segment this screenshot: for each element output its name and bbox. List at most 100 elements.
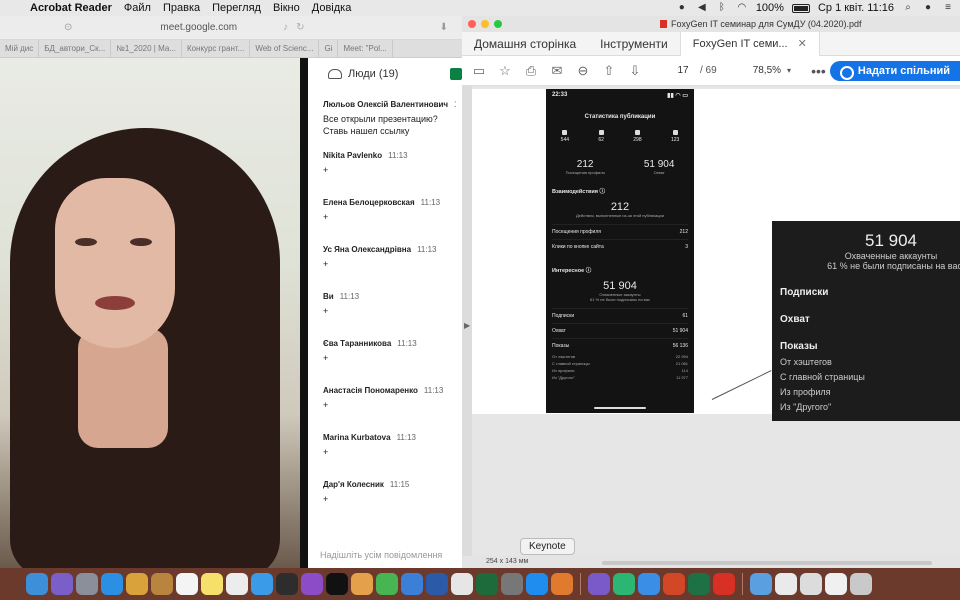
chat-tab-icon[interactable] bbox=[450, 68, 462, 80]
books-icon[interactable] bbox=[551, 573, 573, 595]
people-icon[interactable] bbox=[328, 69, 342, 79]
volume-icon[interactable]: ◀ bbox=[696, 3, 708, 13]
menu-file[interactable]: Файл bbox=[124, 2, 151, 14]
menu-edit[interactable]: Правка bbox=[163, 2, 200, 14]
stat-value: 3 bbox=[685, 244, 688, 250]
contacts-icon[interactable] bbox=[151, 573, 173, 595]
browser-tab[interactable]: Конкурс грант... bbox=[182, 39, 251, 58]
finder-icon[interactable] bbox=[26, 573, 48, 595]
participant-eye bbox=[130, 238, 152, 246]
chat-input[interactable]: Надішліть усім повідомлення bbox=[320, 550, 442, 560]
chat-message: Ус Яна Олександрівна 11:13 + bbox=[308, 245, 462, 270]
url-text[interactable]: meet.google.com bbox=[160, 22, 237, 33]
calendar-icon[interactable] bbox=[176, 573, 198, 595]
zoom-dropdown-icon[interactable]: ▾ bbox=[787, 66, 791, 75]
system-preferences-icon[interactable] bbox=[501, 573, 523, 595]
download-icon[interactable]: ⬇ bbox=[440, 22, 448, 33]
reach-value: 51 904 bbox=[643, 159, 675, 170]
site-info-icon[interactable]: ⊙ bbox=[64, 22, 72, 33]
close-tab-icon[interactable]: ✕ bbox=[798, 38, 807, 50]
skype-icon[interactable] bbox=[638, 573, 660, 595]
browser-tab[interactable]: Gi bbox=[319, 39, 339, 58]
facetime-icon[interactable] bbox=[376, 573, 398, 595]
podcasts-icon[interactable] bbox=[301, 573, 323, 595]
menu-window[interactable]: Вікно bbox=[273, 2, 300, 14]
document-stack-icon[interactable] bbox=[800, 573, 822, 595]
zoom-level[interactable]: 78,5% bbox=[753, 65, 781, 76]
downloads-folder-icon[interactable] bbox=[750, 573, 772, 595]
page-up-icon[interactable]: ⇧ bbox=[600, 62, 618, 80]
print-icon[interactable]: ⎙ bbox=[522, 62, 540, 80]
viber-icon[interactable] bbox=[588, 573, 610, 595]
address-bar[interactable]: ⊙ meet.google.com ♪ ↻ ⬇ bbox=[0, 16, 462, 40]
excel-icon[interactable] bbox=[688, 573, 710, 595]
window-title-text: FoxyGen IT семинар для СумДУ (04.2020).p… bbox=[671, 19, 862, 29]
heart-icon: 544 bbox=[561, 130, 569, 143]
browser-tab[interactable]: №1_2020 | Ма... bbox=[111, 39, 182, 58]
horizontal-scrollbar[interactable] bbox=[602, 561, 932, 565]
share-button[interactable]: Надати спільний bbox=[829, 60, 960, 81]
acrobat-nav-tabs: Домашня сторінка Інструменти FoxyGen IT … bbox=[462, 31, 960, 56]
control-center-icon[interactable]: ≡ bbox=[942, 3, 954, 13]
tab-tools[interactable]: Інструменти bbox=[588, 37, 680, 51]
launchpad-icon[interactable] bbox=[76, 573, 98, 595]
tab-home[interactable]: Домашня сторінка bbox=[462, 37, 588, 51]
document-stack-icon[interactable] bbox=[775, 573, 797, 595]
battery-icon[interactable] bbox=[791, 3, 810, 13]
acrobat-icon[interactable] bbox=[713, 573, 735, 595]
numbers-icon[interactable] bbox=[451, 573, 473, 595]
keynote-icon[interactable] bbox=[401, 573, 423, 595]
tv-icon[interactable] bbox=[326, 573, 348, 595]
search-icon[interactable]: ⌕ bbox=[902, 3, 914, 13]
mic-status-icon[interactable]: ● bbox=[676, 3, 688, 13]
pdf-page[interactable]: 22:33 ▮▮ ◠ ▭ Статистика публикации 544 6… bbox=[472, 89, 960, 421]
trash-icon[interactable] bbox=[850, 573, 872, 595]
reminders-icon[interactable] bbox=[226, 573, 248, 595]
browser-tab[interactable]: Мій дис bbox=[0, 39, 40, 58]
callout-subitem: От хэштегов bbox=[780, 357, 832, 367]
photos-icon[interactable] bbox=[351, 573, 373, 595]
page-number-input[interactable]: 17 bbox=[668, 65, 698, 76]
app-store-icon[interactable] bbox=[526, 573, 548, 595]
grammarly-icon[interactable] bbox=[613, 573, 635, 595]
callout-subitem: Из "Другого" bbox=[780, 402, 832, 412]
close-window-icon[interactable] bbox=[468, 20, 476, 28]
preview-icon[interactable] bbox=[126, 573, 148, 595]
bluetooth-icon[interactable]: ᛒ bbox=[716, 3, 728, 13]
more-options-icon[interactable]: ••• bbox=[811, 63, 826, 79]
zoom-search-icon[interactable]: ⊖ bbox=[574, 62, 592, 80]
callout-item: Показы bbox=[780, 341, 818, 352]
chat-time: 11:13 bbox=[397, 339, 417, 348]
siri-icon[interactable] bbox=[51, 573, 73, 595]
menu-help[interactable]: Довідка bbox=[312, 2, 352, 14]
tab-document[interactable]: FoxyGen IT семи... ✕ bbox=[679, 31, 820, 56]
save-icon[interactable]: ▭ bbox=[470, 62, 488, 80]
document-stack-icon[interactable] bbox=[825, 573, 847, 595]
clock[interactable]: Ср 1 квіт. 11:16 bbox=[818, 2, 894, 14]
page-down-icon[interactable]: ⇩ bbox=[626, 62, 644, 80]
email-icon[interactable]: ✉ bbox=[548, 62, 566, 80]
maximize-window-icon[interactable] bbox=[494, 20, 502, 28]
expand-panel-icon[interactable]: ▶ bbox=[464, 321, 470, 330]
app-menu[interactable]: Acrobat Reader bbox=[30, 2, 112, 14]
reload-icon[interactable]: ↻ bbox=[296, 22, 304, 33]
music-icon[interactable] bbox=[276, 573, 298, 595]
browser-tab[interactable]: БД_автори_Ск... bbox=[39, 39, 112, 58]
word-icon[interactable] bbox=[426, 573, 448, 595]
user-icon[interactable]: ● bbox=[922, 3, 934, 13]
mic-icon[interactable]: ♪ bbox=[283, 22, 288, 33]
wifi-icon[interactable]: ◠ bbox=[736, 3, 748, 13]
minimize-window-icon[interactable] bbox=[481, 20, 489, 28]
menu-view[interactable]: Перегляд bbox=[212, 2, 261, 14]
bookmark-star-icon[interactable]: ☆ bbox=[496, 62, 514, 80]
people-tab[interactable]: Люди (19) bbox=[348, 68, 398, 80]
messages-icon[interactable] bbox=[251, 573, 273, 595]
left-panel-toggle[interactable]: ▶ bbox=[462, 86, 472, 556]
browser-tab[interactable]: Web of Scienc... bbox=[250, 39, 320, 58]
safari-icon[interactable] bbox=[101, 573, 123, 595]
powerpoint-icon[interactable] bbox=[663, 573, 685, 595]
keynote-tooltip: Keynote bbox=[520, 538, 575, 555]
excel-sheet-icon[interactable] bbox=[476, 573, 498, 595]
browser-tab-active[interactable]: Meet: "Pol... bbox=[338, 39, 393, 58]
notes-icon[interactable] bbox=[201, 573, 223, 595]
